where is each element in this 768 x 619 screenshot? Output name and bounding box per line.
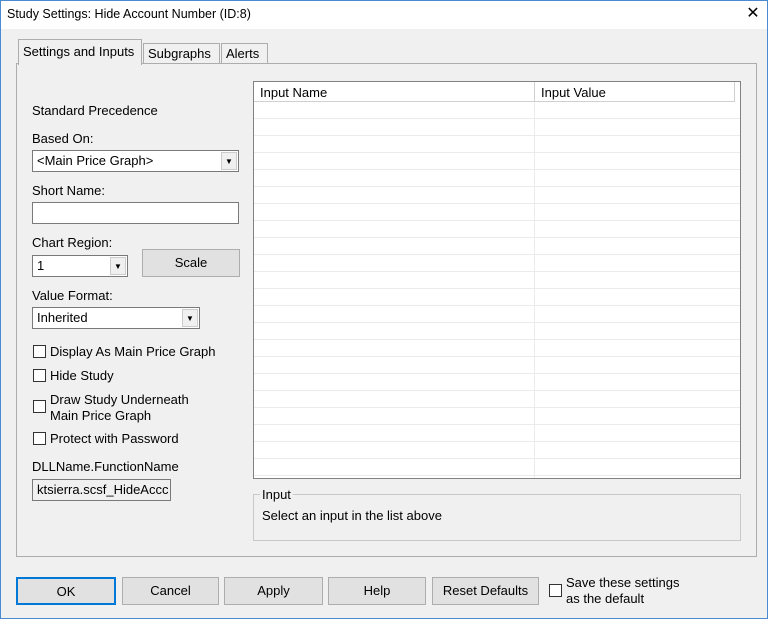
value-format-label: Value Format: [32, 288, 113, 303]
window-title: Study Settings: Hide Account Number (ID:… [7, 7, 251, 21]
input-help-text: Select an input in the list above [262, 508, 442, 523]
input-group-box: Input Select an input in the list above [253, 487, 741, 541]
chart-region-select[interactable]: 1 ▼ [32, 255, 128, 277]
chevron-down-icon: ▼ [182, 309, 198, 327]
save-default-label-2: as the default [566, 591, 645, 606]
table-rows[interactable] [254, 102, 740, 478]
display-as-main-label: Display As Main Price Graph [50, 344, 216, 359]
based-on-value: <Main Price Graph> [37, 153, 154, 168]
column-header-input-value[interactable]: Input Value [535, 82, 735, 102]
input-group-title: Input [260, 487, 293, 502]
save-default-checkbox[interactable] [549, 584, 562, 597]
draw-underneath-checkbox[interactable] [33, 400, 46, 413]
chart-region-value: 1 [37, 258, 45, 273]
dll-name-field: ktsierra.scsf_HideAccc [32, 479, 171, 501]
based-on-label: Based On: [32, 131, 94, 146]
protect-password-checkbox[interactable] [33, 432, 46, 445]
chart-region-label: Chart Region: [32, 235, 113, 250]
short-name-label: Short Name: [32, 183, 105, 198]
value-format-select[interactable]: Inherited ▼ [32, 307, 200, 329]
column-header-input-name[interactable]: Input Name [254, 82, 535, 102]
tab-settings-and-inputs[interactable]: Settings and Inputs [18, 39, 142, 65]
hide-study-checkbox[interactable] [33, 369, 46, 382]
apply-button[interactable]: Apply [224, 577, 323, 605]
inputs-table[interactable]: Input Name Input Value [253, 81, 741, 479]
standard-precedence-label: Standard Precedence [32, 103, 158, 118]
protect-password-label: Protect with Password [50, 431, 179, 446]
hide-study-label: Hide Study [50, 368, 114, 383]
draw-underneath-label-2: Main Price Graph [50, 408, 152, 423]
save-default-label: Save these settings [566, 575, 680, 590]
close-icon[interactable]: ✕ [741, 3, 765, 25]
cancel-button[interactable]: Cancel [122, 577, 219, 605]
tab-alerts[interactable]: Alerts [221, 43, 268, 64]
title-bar: Study Settings: Hide Account Number (ID:… [1, 1, 767, 29]
display-as-main-checkbox[interactable] [33, 345, 46, 358]
help-button[interactable]: Help [328, 577, 426, 605]
tab-subgraphs[interactable]: Subgraphs [143, 43, 220, 64]
based-on-select[interactable]: <Main Price Graph> ▼ [32, 150, 239, 172]
dll-label: DLLName.FunctionName [32, 459, 179, 474]
chevron-down-icon: ▼ [110, 257, 126, 275]
chevron-down-icon: ▼ [221, 152, 237, 170]
scale-button[interactable]: Scale [142, 249, 240, 277]
value-format-value: Inherited [37, 310, 88, 325]
ok-button[interactable]: OK [16, 577, 116, 605]
draw-underneath-label: Draw Study Underneath [50, 392, 189, 407]
short-name-input[interactable] [32, 202, 239, 224]
reset-defaults-button[interactable]: Reset Defaults [432, 577, 539, 605]
